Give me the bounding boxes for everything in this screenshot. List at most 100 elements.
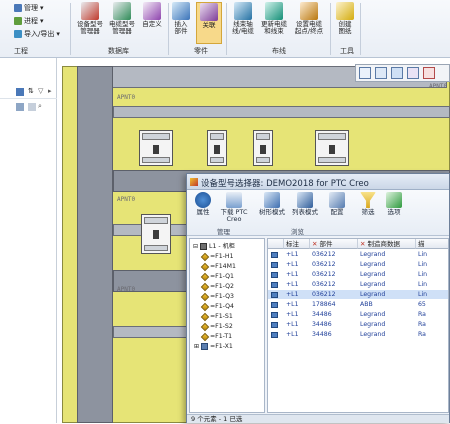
cable-model-manager-button[interactable]: 电缆型号 管理器 (108, 2, 136, 35)
harness-axis-label: 线束轴 线/电缆 (232, 20, 254, 35)
column-header-description[interactable]: 描 (416, 239, 448, 249)
table-row[interactable]: +L1 036212 Legrand Lin (268, 270, 448, 279)
table-row[interactable]: +L1 036212 Legrand Lin (268, 280, 448, 289)
import-export-button[interactable]: 导入/导出 ▾ (14, 28, 60, 39)
search-icon[interactable]: ⌕ (38, 102, 42, 111)
table-row[interactable]: +L1 34486 Legrand Ra (268, 330, 448, 339)
document-icon[interactable] (16, 88, 24, 96)
customize-button[interactable]: 自定义 (140, 2, 164, 28)
breaker-f1-q4[interactable] (315, 130, 349, 166)
insert-part-icon (172, 2, 190, 20)
properties-button[interactable]: 属性 (191, 192, 215, 216)
device-row-icon (271, 292, 278, 298)
dialog-ribbon: 属性 下载 PTC Creo 树形模式 列表模式 配置 筛选 选项 管理 浏览 (187, 190, 449, 236)
device-row-icon (271, 252, 278, 258)
front-view-icon[interactable] (407, 67, 419, 79)
download-creo-button[interactable]: 下载 PTC Creo (215, 192, 253, 223)
contactor-f1-m1[interactable] (141, 214, 171, 254)
collapse-icon[interactable]: ⊟ (193, 242, 198, 251)
device-model-manager-button[interactable]: 设备型号 管理器 (76, 2, 104, 35)
column-header-manufacturer[interactable]: ✕ 制造商数据 (358, 239, 416, 249)
update-cable-icon (265, 2, 283, 20)
table-row[interactable]: +L1 036212 Legrand Lin (268, 260, 448, 269)
cell-label: +L1 (286, 271, 299, 278)
column-header-check[interactable] (268, 239, 284, 249)
associate-button[interactable]: 关联 (196, 2, 222, 44)
column-header-part[interactable]: ✕ 部件 (310, 239, 358, 249)
options-button[interactable]: 选项 (383, 192, 405, 216)
breaker-f1-q1[interactable] (139, 130, 173, 166)
filter-icon[interactable]: ▽ (38, 87, 43, 95)
settings-icon[interactable] (28, 103, 36, 111)
box-view-icon[interactable] (375, 67, 387, 79)
tree-mode-button[interactable]: 树形模式 (257, 192, 287, 216)
tree-item[interactable]: =F1-S2 (200, 322, 233, 331)
device-tree[interactable]: ⊟ L1 - 机柜 =F1-H1 =F14M1 =F1-Q1 =F1-Q2 =F… (189, 238, 265, 413)
cell-description: Lin (418, 251, 428, 258)
configure-button[interactable]: 配置 (326, 192, 348, 216)
cell-label: +L1 (286, 281, 299, 288)
left-panel: ⇅ ▽ ▸ ⌕ (0, 58, 57, 423)
tree-root-item[interactable]: ⊟ L1 - 机柜 (193, 242, 235, 251)
insert-part-button[interactable]: 插入 部件 (171, 2, 191, 35)
tree-item[interactable]: =F1-Q2 (200, 282, 234, 291)
table-row[interactable]: +L1 34486 Legrand Ra (268, 310, 448, 319)
device-icon (200, 332, 210, 341)
cell-description: 65 (418, 301, 426, 308)
tree-item[interactable]: =F1-H1 (200, 252, 234, 261)
update-cable-button[interactable]: 更新电缆 和线束 (259, 2, 289, 35)
pin-icon: ✕ (360, 240, 366, 248)
create-drawing-button[interactable]: 创建 图纸 (334, 2, 356, 35)
left-cable-duct (77, 66, 113, 423)
column-header-label[interactable]: 标注 (284, 239, 310, 249)
process-button[interactable]: 进程 ▾ (14, 15, 44, 26)
import-export-icon (14, 29, 22, 38)
tree-icon[interactable] (16, 103, 24, 111)
tree-item-label: =F1-Q2 (210, 283, 234, 290)
tree-root-label: L1 - 机柜 (209, 243, 235, 250)
cell-part: 34486 (312, 331, 332, 338)
view-toolbar (355, 64, 450, 82)
manage-button[interactable]: 管理 ▾ (14, 2, 44, 13)
table-row[interactable]: +L1 036212 Legrand Lin (268, 290, 448, 299)
tree-item[interactable]: =F1-Q4 (200, 302, 234, 311)
harness-axis-button[interactable]: 线束轴 线/电缆 (229, 2, 257, 35)
process-icon (14, 16, 22, 25)
cable-model-manager-label: 电缆型号 管理器 (109, 20, 135, 35)
annotation-tag: APNT0 (117, 196, 136, 203)
table-row[interactable]: +L1 34486 Legrand Ra (268, 320, 448, 329)
tree-item[interactable]: =F1-Q1 (200, 272, 234, 281)
tree-item[interactable]: =F1-S1 (200, 312, 233, 321)
section-view-icon[interactable] (423, 67, 435, 79)
device-list[interactable]: 标注 ✕ 部件 ✕ 制造商数据 描 +L1 036212 Legrand Lin +L1… (267, 238, 449, 413)
tree-item-label: =F1-Q1 (210, 273, 234, 280)
main-ribbon: 管理 ▾ 进程 ▾ 导入/导出 ▾ 设备型号 管理器 电缆型号 管理器 自定义 … (0, 0, 450, 58)
breaker-f1-q2[interactable] (207, 130, 227, 166)
more-icon[interactable]: ▸ (48, 87, 52, 95)
tree-item[interactable]: =F1-T1 (200, 332, 232, 341)
ribbon-separator (70, 3, 71, 55)
breaker-f1-q3[interactable] (253, 130, 273, 166)
pin-icon: ✕ (312, 240, 318, 248)
manage-icon (14, 3, 22, 12)
group-label-manage: 管理 (217, 228, 230, 236)
import-export-label: 导入/导出 (24, 29, 55, 38)
cell-manufacturer: Legrand (360, 281, 386, 288)
view-options-icon[interactable]: ⇅ (28, 87, 34, 95)
customize-icon (143, 2, 161, 20)
expand-icon[interactable]: ⊞ (194, 342, 199, 351)
list-mode-button[interactable]: 列表模式 (289, 192, 321, 216)
zoom-icon[interactable] (359, 67, 371, 79)
tree-item[interactable]: ⊞ =F1-X1 (194, 342, 233, 351)
cable-start-end-button[interactable]: 设置电缆 起点/终点 (292, 2, 326, 35)
device-icon (200, 252, 210, 261)
filter-button[interactable]: 筛选 (357, 192, 379, 216)
dialog-title-bar[interactable]: 设备型号选择器: DEMO2018 for PTC Creo (187, 174, 449, 190)
tree-item[interactable]: =F1-Q3 (200, 292, 234, 301)
table-row[interactable]: +L1 036212 Legrand Lin (268, 250, 448, 259)
tree-item-label: =F1-Q3 (210, 293, 234, 300)
left-panel-toolbar-2: ⌕ (0, 100, 57, 114)
iso-view-icon[interactable] (391, 67, 403, 79)
tree-item[interactable]: =F14M1 (200, 262, 236, 271)
table-row[interactable]: +L1 178864 ABB 65 (268, 300, 448, 309)
